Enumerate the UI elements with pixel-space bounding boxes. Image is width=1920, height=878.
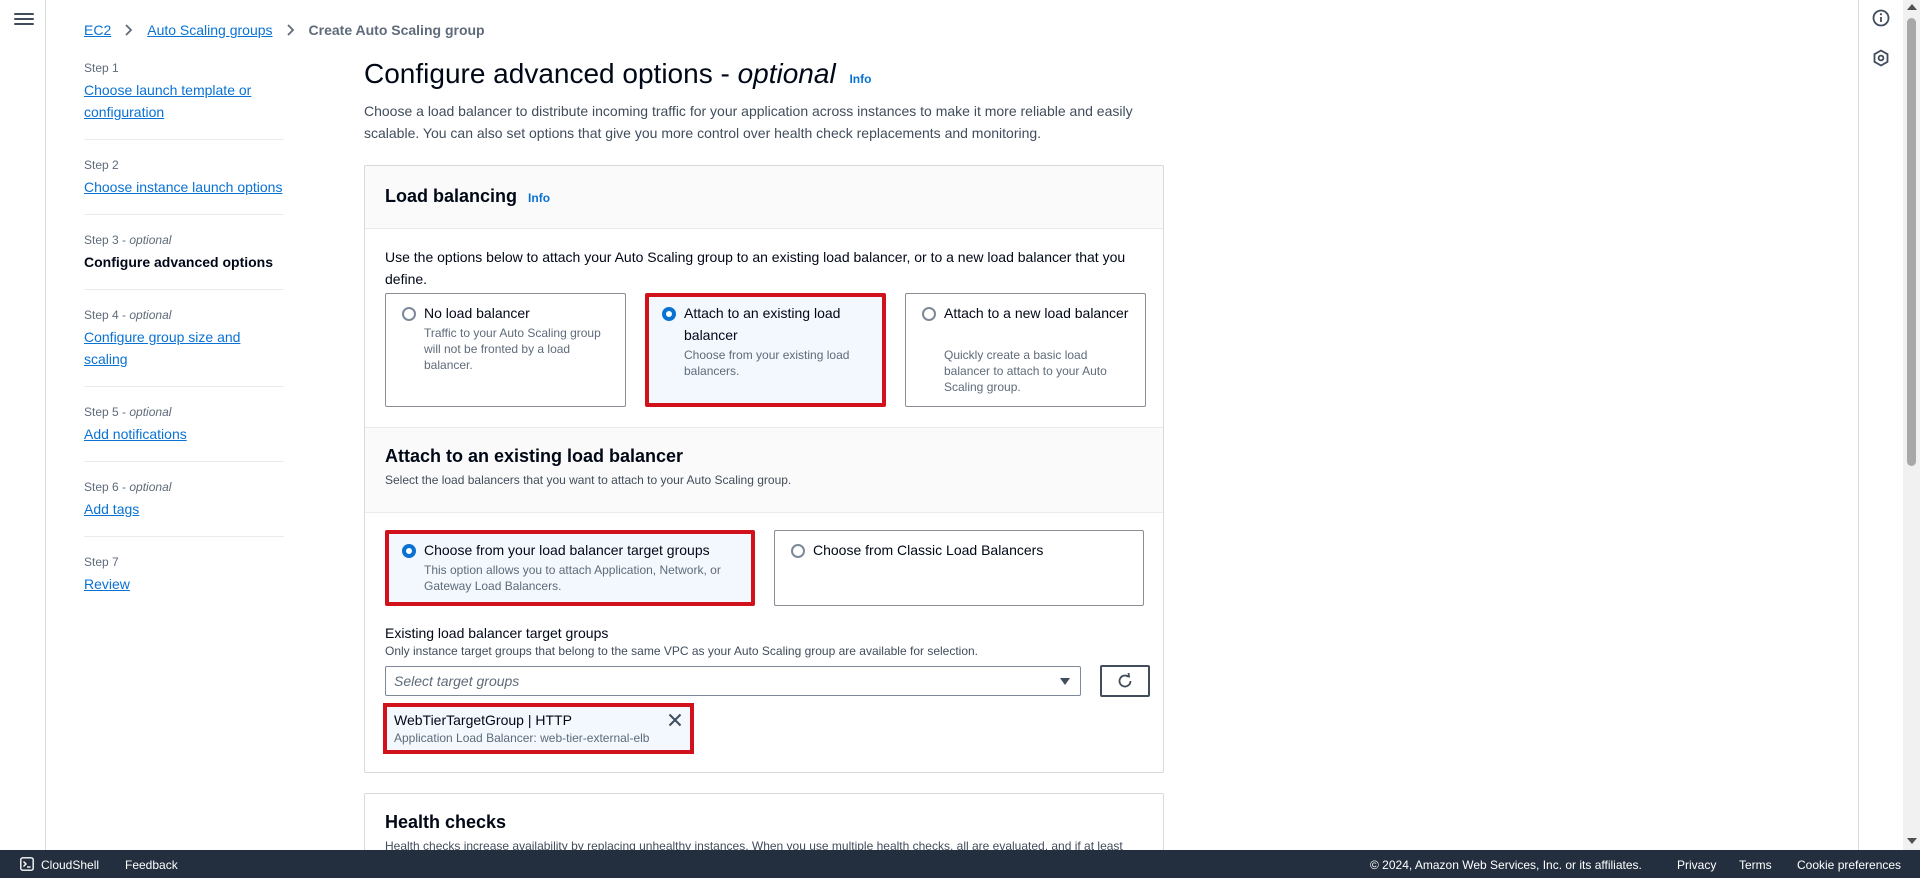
breadcrumb-auto-scaling-groups[interactable]: Auto Scaling groups bbox=[147, 22, 272, 38]
step-number: Step 5 - optional bbox=[84, 405, 172, 419]
page-scrollbar[interactable] bbox=[1903, 0, 1920, 850]
option-description: This option allows you to attach Applica… bbox=[424, 563, 721, 593]
option-description: Quickly create a basic load balancer to … bbox=[944, 348, 1107, 394]
step-link-review[interactable]: Review bbox=[84, 573, 284, 595]
step-link-instance-launch-options[interactable]: Choose instance launch options bbox=[84, 176, 284, 198]
step-divider bbox=[84, 214, 284, 215]
option-classic-load-balancers[interactable]: Choose from Classic Load Balancers bbox=[774, 530, 1144, 606]
hexagon-settings-icon[interactable] bbox=[1871, 48, 1891, 68]
load-balancing-intro: Use the options below to attach your Aut… bbox=[385, 249, 1126, 287]
token-title: WebTierTargetGroup | HTTP bbox=[394, 712, 572, 728]
scroll-down-arrow-icon[interactable] bbox=[1907, 838, 1917, 844]
option-target-groups[interactable]: Choose from your load balancer target gr… bbox=[385, 530, 755, 606]
cloudshell-link[interactable]: CloudShell bbox=[41, 858, 99, 872]
wizard-step-7: Step 7 Review bbox=[84, 554, 284, 595]
tools-panel-strip bbox=[1858, 0, 1903, 850]
step-link-group-size[interactable]: Configure group size and scaling bbox=[84, 326, 284, 370]
menu-icon[interactable] bbox=[14, 10, 34, 30]
token-description: Application Load Balancer: web-tier-exte… bbox=[394, 731, 650, 745]
target-groups-description: Only instance target groups that belong … bbox=[385, 644, 979, 658]
selected-target-group-token: WebTierTargetGroup | HTTP Application Lo… bbox=[383, 703, 694, 754]
target-groups-select[interactable]: Select target groups bbox=[385, 666, 1081, 696]
existing-lb-subtitle: Select the load balancers that you want … bbox=[385, 473, 792, 487]
step-number: Step 2 bbox=[84, 158, 119, 172]
wizard-step-3: Step 3 - optional Configure advanced opt… bbox=[84, 232, 284, 273]
radio-button-selected[interactable] bbox=[402, 544, 416, 558]
wizard-step-5: Step 5 - optional Add notifications bbox=[84, 404, 284, 445]
page-title: Configure advanced options - optional In… bbox=[364, 58, 872, 89]
option-description: Traffic to your Auto Scaling group will … bbox=[424, 326, 601, 372]
option-attach-new-load-balancer[interactable]: Attach to a new load balancer Quickly cr… bbox=[905, 293, 1146, 407]
option-label: Choose from Classic Load Balancers bbox=[813, 542, 1044, 558]
wizard-step-4: Step 4 - optional Configure group size a… bbox=[84, 307, 284, 370]
cloudshell-icon[interactable] bbox=[20, 857, 34, 871]
breadcrumb-current: Create Auto Scaling group bbox=[308, 22, 485, 38]
step-link-tags[interactable]: Add tags bbox=[84, 498, 284, 520]
option-label: Choose from your load balancer target gr… bbox=[424, 542, 710, 558]
option-no-load-balancer[interactable]: No load balancer Traffic to your Auto Sc… bbox=[385, 293, 626, 407]
step-link-notifications[interactable]: Add notifications bbox=[84, 423, 284, 445]
load-balancing-title: Load balancing Info bbox=[385, 186, 551, 206]
step-divider bbox=[84, 139, 284, 140]
option-description: Choose from your existing load balancers… bbox=[684, 348, 850, 378]
wizard-step-2: Step 2 Choose instance launch options bbox=[84, 157, 284, 198]
wizard-step-6: Step 6 - optional Add tags bbox=[84, 479, 284, 520]
navigation-panel-toggle-strip bbox=[0, 0, 46, 850]
option-label: Attach to a new load balancer bbox=[944, 305, 1129, 321]
refresh-icon bbox=[1118, 672, 1132, 688]
breadcrumb: EC2 Auto Scaling groups Create Auto Scal… bbox=[84, 20, 485, 40]
step-number: Step 3 - optional bbox=[84, 233, 172, 247]
terms-link[interactable]: Terms bbox=[1739, 858, 1772, 872]
load-balancing-container: Load balancing Info Use the options belo… bbox=[364, 165, 1164, 773]
step-number: Step 1 bbox=[84, 61, 119, 75]
option-label: No load balancer bbox=[424, 305, 530, 321]
target-groups-label: Existing load balancer target groups bbox=[385, 625, 609, 641]
radio-button-selected[interactable] bbox=[662, 307, 676, 321]
step-link-launch-template[interactable]: Choose launch template or configuration bbox=[84, 79, 284, 123]
step-number: Step 7 bbox=[84, 555, 119, 569]
step-divider bbox=[84, 289, 284, 290]
refresh-button[interactable] bbox=[1100, 665, 1150, 697]
load-balancing-info-link[interactable]: Info bbox=[528, 191, 550, 205]
chevron-right-icon bbox=[286, 24, 294, 36]
console-footer: CloudShell Feedback © 2024, Amazon Web S… bbox=[0, 850, 1920, 878]
privacy-link[interactable]: Privacy bbox=[1677, 858, 1716, 872]
feedback-link[interactable]: Feedback bbox=[125, 858, 178, 872]
step-divider bbox=[84, 386, 284, 387]
step-number: Step 4 - optional bbox=[84, 308, 172, 322]
load-balancing-header: Load balancing Info bbox=[365, 166, 1163, 229]
page-description: Choose a load balancer to distribute inc… bbox=[364, 103, 1133, 141]
step-current-advanced-options: Configure advanced options bbox=[84, 254, 274, 270]
breadcrumb-ec2[interactable]: EC2 bbox=[84, 22, 111, 38]
option-label: Attach to an existing load balancer bbox=[684, 305, 841, 343]
radio-button[interactable] bbox=[922, 307, 936, 321]
step-number: Step 6 - optional bbox=[84, 480, 172, 494]
caret-down-icon bbox=[1060, 678, 1070, 685]
radio-button[interactable] bbox=[791, 544, 805, 558]
page-info-link[interactable]: Info bbox=[849, 72, 871, 86]
close-icon[interactable] bbox=[668, 713, 682, 727]
scrollbar-thumb[interactable] bbox=[1907, 18, 1916, 466]
chevron-right-icon bbox=[125, 24, 133, 36]
health-checks-title: Health checks bbox=[385, 812, 507, 832]
wizard-step-1: Step 1 Choose launch template or configu… bbox=[84, 60, 284, 123]
step-divider bbox=[84, 536, 284, 537]
info-icon[interactable] bbox=[1871, 8, 1891, 28]
select-placeholder: Select target groups bbox=[394, 673, 520, 689]
cookie-preferences-link[interactable]: Cookie preferences bbox=[1797, 858, 1901, 872]
copyright: © 2024, Amazon Web Services, Inc. or its… bbox=[1370, 858, 1642, 872]
radio-button[interactable] bbox=[402, 307, 416, 321]
existing-lb-title: Attach to an existing load balancer bbox=[385, 446, 684, 466]
step-divider bbox=[84, 461, 284, 462]
option-attach-existing-load-balancer[interactable]: Attach to an existing load balancer Choo… bbox=[645, 293, 886, 407]
existing-lb-header: Attach to an existing load balancer Sele… bbox=[365, 427, 1163, 513]
scroll-up-arrow-icon[interactable] bbox=[1907, 4, 1917, 10]
